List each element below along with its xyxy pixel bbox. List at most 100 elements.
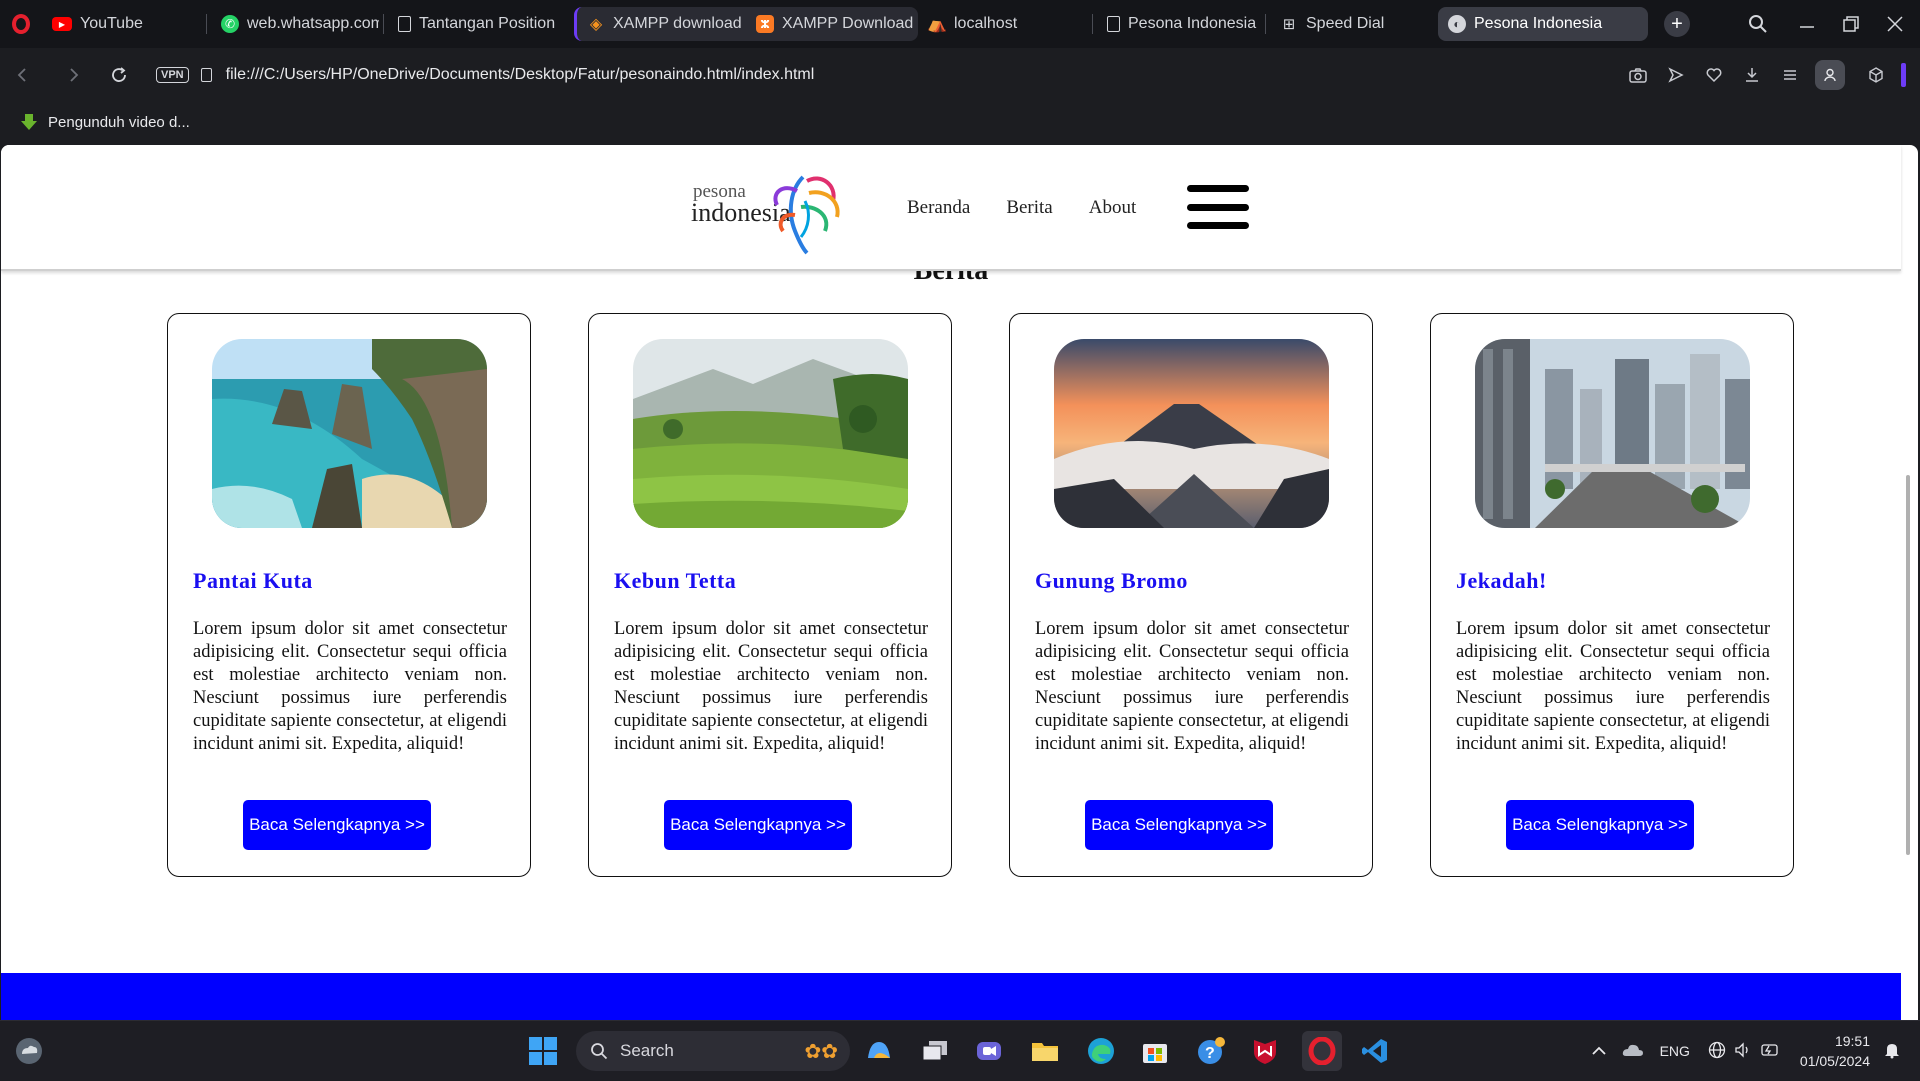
tab-localhost[interactable]: ⛺ localhost xyxy=(918,7,1088,41)
clock[interactable]: 19:51 01/05/2024 xyxy=(1800,1031,1870,1071)
tab-youtube[interactable]: ▶ YouTube xyxy=(42,7,202,41)
close-icon[interactable] xyxy=(1886,0,1904,48)
news-cards: Pantai Kuta Lorem ipsum dolor sit amet c… xyxy=(167,313,1794,877)
grid-icon: ⊞ xyxy=(1282,16,1296,33)
back-icon[interactable] xyxy=(4,56,42,94)
start-windows-icon[interactable] xyxy=(526,1034,560,1068)
network-globe-icon[interactable] xyxy=(1708,1041,1726,1062)
news-card: Kebun Tetta Lorem ipsum dolor sit amet c… xyxy=(588,313,952,877)
edge-icon[interactable] xyxy=(1084,1034,1118,1068)
download-arrow-icon xyxy=(21,114,37,130)
tab-pesona-indonesia-active[interactable]: ◐ Pesona Indonesia xyxy=(1438,7,1648,41)
tab-label: Pesona Indonesia xyxy=(1474,15,1603,32)
mcafee-shield-icon[interactable] xyxy=(1248,1034,1282,1068)
send-icon[interactable] xyxy=(1663,62,1689,88)
volume-icon[interactable] xyxy=(1734,1041,1752,1062)
news-card: Pantai Kuta Lorem ipsum dolor sit amet c… xyxy=(167,313,531,877)
card-body: Lorem ipsum dolor sit amet consectetur a… xyxy=(193,619,507,754)
easy-setup-icon[interactable] xyxy=(1777,62,1803,88)
card-body: Lorem ipsum dolor sit amet consectetur a… xyxy=(1456,619,1770,754)
tab-pesona-indonesia-1[interactable]: Pesona Indonesia xyxy=(1097,7,1261,41)
heart-icon[interactable] xyxy=(1701,62,1727,88)
minimize-icon[interactable] xyxy=(1798,0,1816,48)
beach-cliff-photo xyxy=(212,339,487,528)
profile-icon[interactable] xyxy=(1815,60,1845,90)
xampp-icon: ⵣ xyxy=(756,15,774,33)
pesona-indonesia-logo[interactable]: pesona indonesia xyxy=(691,171,843,255)
download-icon[interactable] xyxy=(1739,62,1765,88)
rice-terrace-photo xyxy=(633,339,908,528)
card-body: Lorem ipsum dolor sit amet consectetur a… xyxy=(614,619,928,754)
tab-tantangan[interactable]: Tantangan Position xyxy=(388,7,564,41)
file-explorer-icon[interactable] xyxy=(1028,1034,1062,1068)
read-more-button[interactable]: Baca Selengkapnya >> xyxy=(243,800,431,850)
search-highlight-flowers-icon: ✿✿ xyxy=(804,1040,838,1063)
card-body: Lorem ipsum dolor sit amet consectetur a… xyxy=(1035,619,1349,754)
microsoft-store-icon[interactable] xyxy=(1138,1034,1172,1068)
weather-icon[interactable] xyxy=(12,1034,46,1068)
tab-separator xyxy=(383,14,384,34)
tab-label: web.whatsapp.com xyxy=(247,15,379,32)
forward-icon[interactable] xyxy=(54,56,92,94)
hamburger-menu-icon[interactable] xyxy=(1187,185,1249,229)
opera-menu-icon[interactable] xyxy=(0,0,42,48)
globe-icon: ◐ xyxy=(1448,15,1466,33)
toolbar-actions xyxy=(1625,48,1920,102)
copilot-icon[interactable] xyxy=(862,1034,896,1068)
language-indicator[interactable]: ENG xyxy=(1660,1043,1690,1059)
extensions-cube-icon[interactable] xyxy=(1863,62,1889,88)
address-input[interactable]: file:///C:/Users/HP/OneDrive/Documents/D… xyxy=(226,66,815,84)
snapshot-camera-icon[interactable] xyxy=(1625,62,1651,88)
tab-separator xyxy=(1265,14,1266,34)
onedrive-cloud-icon[interactable] xyxy=(1622,1042,1644,1061)
document-icon xyxy=(398,16,411,32)
page-viewport: pesona indonesia Beranda Berita About Be… xyxy=(1,145,1918,1020)
tab-label: Pesona Indonesia xyxy=(1128,15,1257,32)
vscode-icon[interactable] xyxy=(1358,1034,1392,1068)
nav-link-beranda[interactable]: Beranda xyxy=(907,197,970,219)
taskbar-search-input[interactable]: Search ✿✿ xyxy=(576,1031,850,1071)
tab-xampp-download-1[interactable]: ◈ XAMPP download | S xyxy=(574,7,746,41)
vpn-badge[interactable]: VPN xyxy=(156,67,189,83)
card-title: Pantai Kuta xyxy=(193,568,313,593)
get-help-icon[interactable]: ? xyxy=(1194,1034,1228,1068)
new-tab-button[interactable]: + xyxy=(1664,11,1690,37)
site-header: pesona indonesia Beranda Berita About xyxy=(1,145,1901,271)
main-nav: Beranda Berita About xyxy=(907,197,1136,219)
tab-separator xyxy=(206,14,207,34)
read-more-button[interactable]: Baca Selengkapnya >> xyxy=(1085,800,1273,850)
task-view-icon[interactable] xyxy=(918,1034,952,1068)
system-tray: ENG 19:51 01/05/2024 xyxy=(1591,1021,1920,1081)
read-more-button[interactable]: Baca Selengkapnya >> xyxy=(664,800,852,850)
restore-icon[interactable] xyxy=(1842,0,1860,48)
city-skyline-photo xyxy=(1475,339,1750,528)
page-scrollbar[interactable] xyxy=(1906,475,1910,855)
news-card: Gunung Bromo Lorem ipsum dolor sit amet … xyxy=(1009,313,1373,877)
tab-separator xyxy=(1092,14,1093,34)
notification-bell-icon[interactable] xyxy=(1884,1041,1900,1062)
read-more-button[interactable]: Baca Selengkapnya >> xyxy=(1506,800,1694,850)
nav-link-about[interactable]: About xyxy=(1089,197,1137,219)
tab-speed-dial[interactable]: ⊞ Speed Dial xyxy=(1270,7,1438,41)
tab-label: localhost xyxy=(954,15,1018,32)
search-icon xyxy=(591,1043,608,1060)
xampp-logo-icon: ⛺ xyxy=(927,16,947,33)
volcano-sunrise-photo xyxy=(1054,339,1329,528)
tab-search-icon[interactable] xyxy=(1748,0,1768,48)
opera-taskbar-icon[interactable] xyxy=(1302,1031,1342,1071)
xampp-diamond-icon: ◈ xyxy=(589,16,603,33)
tab-xampp-download-2[interactable]: ⵣ XAMPP Download S xyxy=(746,7,918,41)
browser-tab-strip: ▶ YouTube ✆ web.whatsapp.com Tantangan P… xyxy=(0,0,1920,48)
chevron-up-icon[interactable] xyxy=(1591,1043,1606,1059)
bookmark-video-downloader[interactable]: Pengunduh video d... xyxy=(48,114,190,131)
tab-whatsapp[interactable]: ✆ web.whatsapp.com xyxy=(211,7,379,41)
reload-icon[interactable] xyxy=(100,56,138,94)
page-info-icon[interactable] xyxy=(200,68,212,82)
teams-chat-icon[interactable] xyxy=(972,1034,1006,1068)
browser-toolbar: VPN file:///C:/Users/HP/OneDrive/Documen… xyxy=(0,48,1920,102)
svg-text:?: ? xyxy=(1205,1045,1215,1062)
nav-link-berita[interactable]: Berita xyxy=(1006,197,1052,219)
battery-charging-icon[interactable] xyxy=(1760,1042,1780,1061)
document-icon xyxy=(1107,16,1120,32)
card-title: Jekadah! xyxy=(1456,568,1547,593)
